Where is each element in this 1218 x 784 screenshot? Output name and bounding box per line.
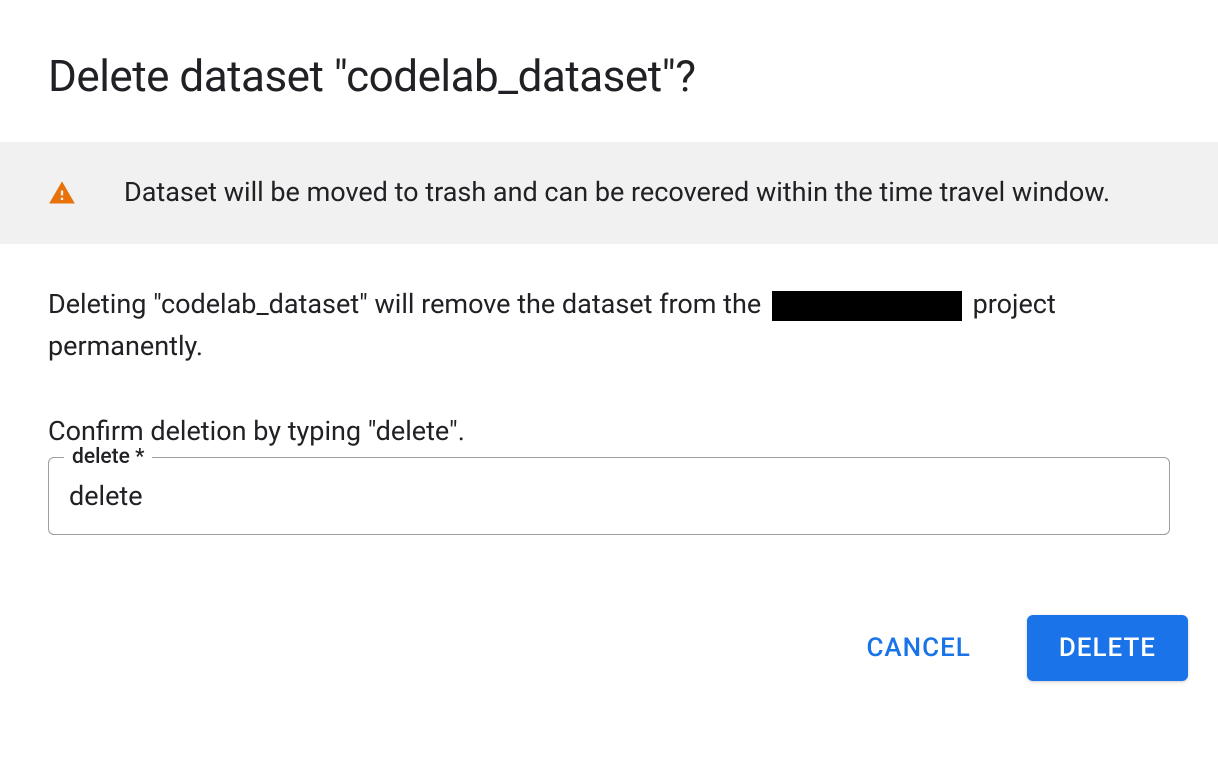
delete-input-label: delete * [64, 445, 152, 469]
info-banner: Dataset will be moved to trash and can b… [0, 142, 1218, 244]
delete-confirmation-input[interactable] [48, 457, 1170, 535]
warning-icon [48, 179, 76, 207]
description-text: Deleting "codelab_dataset" will remove t… [48, 284, 1170, 368]
delete-input-wrapper: delete * [48, 457, 1170, 535]
confirm-instruction: Confirm deletion by typing "delete". [48, 415, 1170, 447]
redacted-project-name [772, 291, 962, 321]
delete-button[interactable]: DELETE [1027, 615, 1188, 681]
dialog-title: Delete dataset "codelab_dataset"? [0, 0, 1218, 142]
description-prefix: Deleting "codelab_dataset" will remove t… [48, 288, 768, 320]
delete-dataset-dialog: Delete dataset "codelab_dataset"? Datase… [0, 0, 1218, 711]
dialog-actions: CANCEL DELETE [0, 535, 1218, 711]
info-banner-text: Dataset will be moved to trash and can b… [124, 174, 1110, 212]
dialog-body: Deleting "codelab_dataset" will remove t… [0, 244, 1218, 536]
cancel-button[interactable]: CANCEL [834, 615, 1002, 681]
